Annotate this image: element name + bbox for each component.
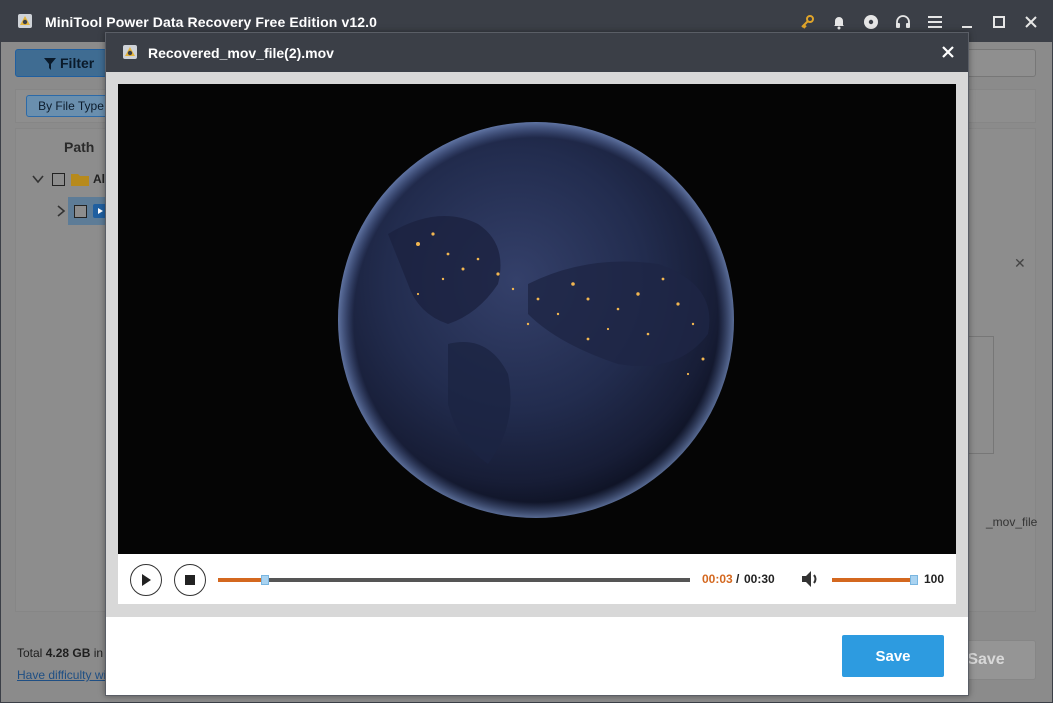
total-summary: Total 4.28 GB in [17, 646, 104, 660]
volume-value: 100 [924, 572, 945, 586]
time-separator: / [736, 572, 740, 586]
tree-checkbox[interactable] [74, 204, 87, 218]
total-time: 00:30 [744, 572, 775, 586]
app-logo-icon [123, 45, 137, 59]
menu-icon[interactable] [925, 12, 945, 32]
filter-button[interactable]: Filter [15, 49, 107, 77]
video-frame[interactable] [118, 84, 956, 554]
chevron-right-icon[interactable] [56, 205, 66, 217]
path-header: Path [64, 139, 95, 155]
headset-icon[interactable] [893, 12, 913, 32]
bell-icon[interactable] [829, 12, 849, 32]
stop-icon [185, 575, 195, 585]
close-icon[interactable] [1021, 12, 1041, 32]
preview-dialog: Recovered_mov_file(2).mov 00:03 / 00:30 … [105, 32, 969, 696]
folder-icon [71, 174, 89, 186]
maximize-icon[interactable] [989, 12, 1009, 32]
chevron-down-icon[interactable] [32, 173, 44, 185]
earth-video-image [118, 84, 956, 554]
key-icon[interactable] [797, 12, 817, 32]
tree-checkbox[interactable] [52, 172, 65, 186]
app-title: MiniTool Power Data Recovery Free Editio… [45, 14, 377, 30]
tree-row-all[interactable]: All [32, 168, 108, 190]
tree-row-video[interactable] [56, 200, 107, 222]
minimize-icon[interactable] [957, 12, 977, 32]
dialog-title: Recovered_mov_file(2).mov [148, 45, 334, 61]
app-logo-icon [18, 14, 32, 28]
stop-button[interactable] [174, 564, 206, 596]
volume-icon[interactable] [800, 568, 822, 590]
dialog-title-bar: Recovered_mov_file(2).mov [106, 33, 968, 72]
save-button[interactable]: Save [842, 635, 944, 677]
volume-level [832, 578, 914, 582]
video-player: 00:03 / 00:30 100 [106, 72, 968, 617]
dialog-close-icon[interactable] [938, 42, 958, 62]
seek-progress [218, 578, 266, 582]
search-input[interactable] [961, 49, 1036, 77]
play-button[interactable] [130, 564, 162, 596]
volume-handle[interactable] [910, 575, 918, 585]
close-preview-icon[interactable]: ✕ [1014, 255, 1026, 272]
preview-file-label: _mov_file [986, 515, 1038, 529]
dialog-footer: Save [106, 617, 968, 695]
filter-label: Filter [60, 55, 95, 71]
by-file-type-button[interactable]: By File Type [26, 95, 116, 117]
play-icon [142, 574, 151, 586]
player-controls: 00:03 / 00:30 100 [118, 554, 956, 604]
current-time: 00:03 [702, 572, 733, 586]
help-link[interactable]: Have difficulty wi [17, 668, 106, 682]
disc-icon[interactable] [861, 12, 881, 32]
filter-icon [44, 58, 56, 70]
volume-slider[interactable] [832, 575, 918, 585]
seek-handle[interactable] [261, 575, 270, 585]
seek-slider[interactable] [218, 575, 690, 585]
